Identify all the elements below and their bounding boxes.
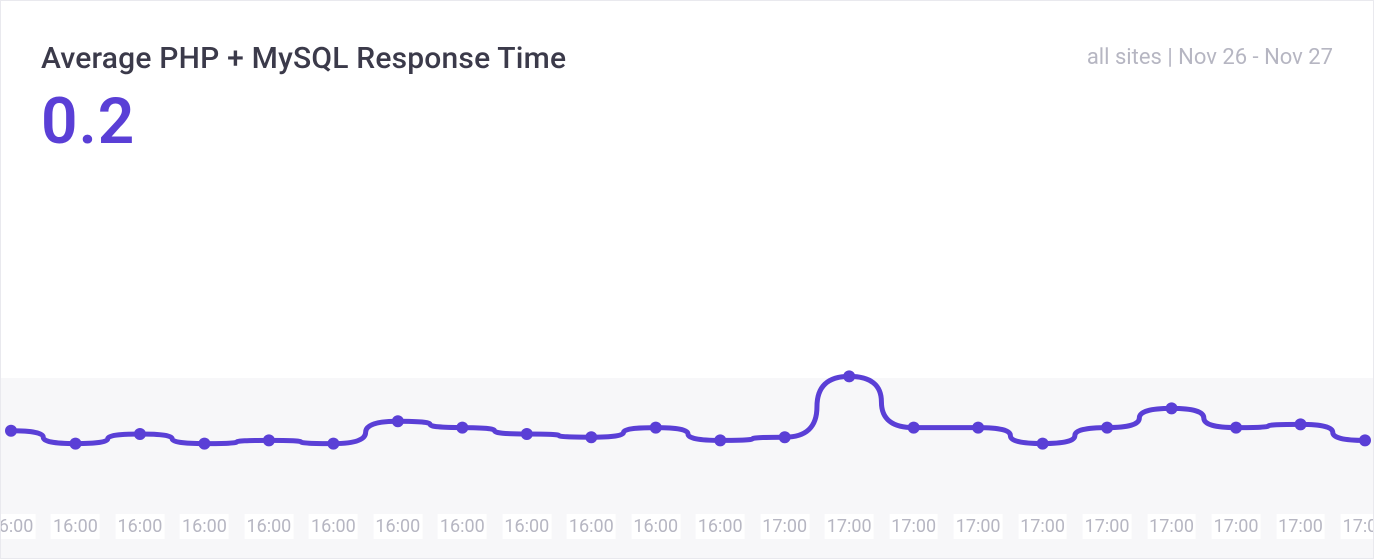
x-tick-label: 16:00 [567, 514, 616, 539]
chart-point [1359, 434, 1371, 446]
x-tick-label: 16:00 [696, 514, 745, 539]
x-tick-label: 17:00 [954, 514, 1003, 539]
chart-point [1166, 402, 1178, 414]
chart-point [714, 434, 726, 446]
chart-point [1295, 418, 1307, 430]
chart-title: Average PHP + MySQL Response Time [41, 41, 566, 76]
chart-point [69, 438, 81, 450]
x-tick-label: 17:00 [1341, 514, 1374, 539]
chart-point [908, 422, 920, 434]
x-tick-label: 17:00 [760, 514, 809, 539]
x-tick-label: 16:00 [309, 514, 358, 539]
chart-point [650, 422, 662, 434]
chart-x-labels: 16:00 16:00 16:00 16:00 16:00 16:00 16:00 16:00… [1, 514, 1373, 544]
chart-point [5, 425, 17, 437]
chart-point [585, 431, 597, 443]
chart-point [1101, 422, 1113, 434]
x-tick-label: 16:00 [180, 514, 229, 539]
x-tick-label: 17:00 [1147, 514, 1196, 539]
x-tick-label: 16:00 [116, 514, 165, 539]
chart-point [134, 428, 146, 440]
card-header: Average PHP + MySQL Response Time all si… [1, 1, 1373, 76]
chart-point [198, 438, 210, 450]
chart-point [327, 438, 339, 450]
chart-plot: 16:00 16:00 16:00 16:00 16:00 16:00 16:00 16:00… [1, 178, 1373, 558]
x-tick-label: 17:00 [889, 514, 938, 539]
x-tick-label: 17:00 [1212, 514, 1261, 539]
x-tick-label: 17:00 [1276, 514, 1325, 539]
chart-point [972, 422, 984, 434]
x-tick-label: 17:00 [1083, 514, 1132, 539]
chart-point [1037, 438, 1049, 450]
summary-value: 0.2 [1, 76, 1373, 159]
chart-point [263, 434, 275, 446]
x-tick-label: 16:00 [244, 514, 293, 539]
chart-point [456, 422, 468, 434]
x-tick-label: 16:00 [0, 514, 35, 539]
x-tick-label: 16:00 [373, 514, 422, 539]
chart-point [843, 370, 855, 382]
x-tick-label: 17:00 [825, 514, 874, 539]
chart-point [521, 428, 533, 440]
chart-point [779, 431, 791, 443]
chart-point [392, 415, 404, 427]
x-tick-label: 16:00 [51, 514, 100, 539]
chart-point [1230, 422, 1242, 434]
x-tick-label: 16:00 [502, 514, 551, 539]
x-tick-label: 16:00 [438, 514, 487, 539]
x-tick-label: 16:00 [631, 514, 680, 539]
line-chart-svg [1, 178, 1374, 498]
response-time-card: Average PHP + MySQL Response Time all si… [0, 0, 1374, 559]
chart-date-range: all sites | Nov 26 - Nov 27 [1087, 45, 1333, 70]
x-tick-label: 17:00 [1018, 514, 1067, 539]
